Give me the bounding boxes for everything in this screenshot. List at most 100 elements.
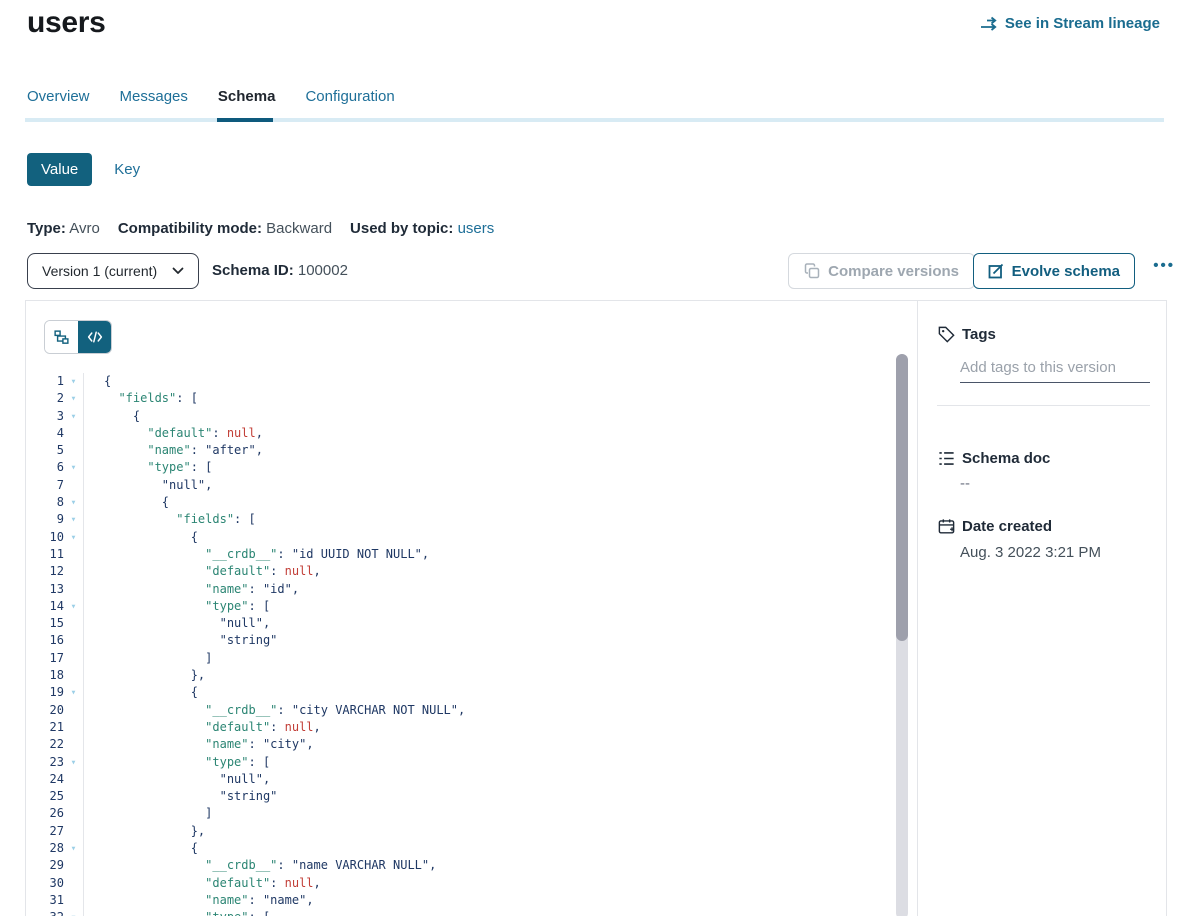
version-toolbar: Version 1 (current) Schema ID: 100002 Co… — [27, 253, 1171, 289]
code-line: 26 ] — [26, 805, 893, 822]
tab-messages[interactable]: Messages — [120, 88, 188, 118]
line-number: 22 — [26, 736, 64, 753]
add-tags-input[interactable] — [960, 357, 1150, 383]
code-text: }, — [84, 823, 205, 840]
code-text: { — [84, 373, 111, 390]
tags-title: Tags — [962, 326, 996, 343]
line-number: 6 — [26, 459, 64, 476]
fold-toggle-icon[interactable]: ▾ — [64, 754, 84, 771]
sidebar-divider — [937, 405, 1150, 406]
fold-toggle-icon[interactable]: ▾ — [64, 840, 84, 857]
schema-id: Schema ID: 100002 — [212, 262, 348, 279]
fold-toggle-icon[interactable]: ▾ — [64, 373, 84, 390]
date-created-title: Date created — [962, 518, 1052, 535]
topic-link[interactable]: users — [458, 220, 495, 237]
compare-versions-button[interactable]: Compare versions — [788, 253, 975, 289]
chevron-down-icon — [172, 267, 184, 275]
fold-toggle-icon[interactable]: ▾ — [64, 909, 84, 916]
code-text: ] — [84, 650, 212, 667]
code-line: 20 "__crdb__": "city VARCHAR NOT NULL", — [26, 702, 893, 719]
code-line: 18 }, — [26, 667, 893, 684]
tab-schema[interactable]: Schema — [218, 88, 276, 118]
fold-spacer — [64, 857, 84, 874]
code-line: 21 "default": null, — [26, 719, 893, 736]
evolve-schema-button[interactable]: Evolve schema — [973, 253, 1135, 289]
code-text: "name": "after", — [84, 442, 263, 459]
code-line: 22 "name": "city", — [26, 736, 893, 753]
code-line: 7 "null", — [26, 477, 893, 494]
line-number: 28 — [26, 840, 64, 857]
fold-toggle-icon[interactable]: ▾ — [64, 511, 84, 528]
see-in-stream-lineage-link[interactable]: See in Stream lineage — [980, 15, 1160, 32]
code-line: 19▾ { — [26, 684, 893, 701]
fold-spacer — [64, 425, 84, 442]
schema-id-value: 100002 — [298, 262, 348, 279]
tags-section-header: Tags — [937, 325, 996, 344]
line-number: 15 — [26, 615, 64, 632]
meta-type: Type: Avro — [27, 220, 100, 237]
more-actions-button[interactable]: ••• — [1153, 257, 1175, 274]
fold-spacer — [64, 875, 84, 892]
fold-spacer — [64, 632, 84, 649]
version-dropdown[interactable]: Version 1 (current) — [27, 253, 199, 289]
code-content[interactable]: 1▾{2▾ "fields": [3▾ {4 "default": null,5… — [26, 373, 893, 916]
fold-toggle-icon[interactable]: ▾ — [64, 598, 84, 615]
value-toggle-button[interactable]: Value — [27, 153, 92, 186]
used-by-topic-label: Used by topic: — [350, 220, 453, 237]
code-text: { — [84, 529, 198, 546]
tab-overview[interactable]: Overview — [27, 88, 90, 118]
version-dropdown-value: Version 1 (current) — [42, 263, 157, 279]
line-number: 13 — [26, 581, 64, 598]
code-text: "default": null, — [84, 719, 321, 736]
code-scrollbar[interactable] — [896, 354, 908, 641]
line-number: 17 — [26, 650, 64, 667]
code-line: 25 "string" — [26, 788, 893, 805]
fold-toggle-icon[interactable]: ▾ — [64, 684, 84, 701]
code-text: "null", — [84, 615, 270, 632]
fold-toggle-icon[interactable]: ▾ — [64, 390, 84, 407]
tag-icon — [937, 325, 956, 344]
code-text: "string" — [84, 632, 277, 649]
line-number: 11 — [26, 546, 64, 563]
fold-spacer — [64, 442, 84, 459]
date-created-section-header: Date created — [937, 517, 1052, 536]
code-view-button[interactable] — [78, 321, 111, 353]
fold-toggle-icon[interactable]: ▾ — [64, 459, 84, 476]
code-line: 6▾ "type": [ — [26, 459, 893, 476]
line-number: 16 — [26, 632, 64, 649]
page-title: users — [27, 6, 106, 40]
code-line: 17 ] — [26, 650, 893, 667]
line-number: 20 — [26, 702, 64, 719]
schema-meta-row: Type: Avro Compatibility mode: Backward … — [27, 220, 494, 237]
fold-spacer — [64, 581, 84, 598]
fold-spacer — [64, 719, 84, 736]
code-text: "__crdb__": "city VARCHAR NOT NULL", — [84, 702, 465, 719]
code-text: { — [84, 408, 140, 425]
tab-underline-track — [25, 118, 1164, 122]
stream-lineage-icon — [980, 16, 998, 32]
tree-view-button[interactable] — [45, 321, 78, 353]
fold-spacer — [64, 650, 84, 667]
line-number: 3 — [26, 408, 64, 425]
fold-toggle-icon[interactable]: ▾ — [64, 408, 84, 425]
code-line: 12 "default": null, — [26, 563, 893, 580]
code-line: 13 "name": "id", — [26, 581, 893, 598]
key-toggle-link[interactable]: Key — [114, 161, 140, 178]
code-text: "fields": [ — [84, 390, 198, 407]
fold-spacer — [64, 667, 84, 684]
tab-configuration[interactable]: Configuration — [305, 88, 394, 118]
code-line: 5 "name": "after", — [26, 442, 893, 459]
code-text: "__crdb__": "name VARCHAR NULL", — [84, 857, 436, 874]
fold-toggle-icon[interactable]: ▾ — [64, 529, 84, 546]
code-line: 29 "__crdb__": "name VARCHAR NULL", — [26, 857, 893, 874]
code-line: 8▾ { — [26, 494, 893, 511]
code-line: 1▾{ — [26, 373, 893, 390]
compare-versions-label: Compare versions — [828, 263, 959, 280]
tab-bar: Overview Messages Schema Configuration — [25, 88, 1164, 122]
fold-spacer — [64, 736, 84, 753]
fold-toggle-icon[interactable]: ▾ — [64, 494, 84, 511]
code-editor: 1▾{2▾ "fields": [3▾ {4 "default": null,5… — [26, 301, 918, 916]
tree-view-icon — [53, 329, 70, 346]
code-text: { — [84, 494, 169, 511]
type-value: Avro — [69, 220, 100, 237]
